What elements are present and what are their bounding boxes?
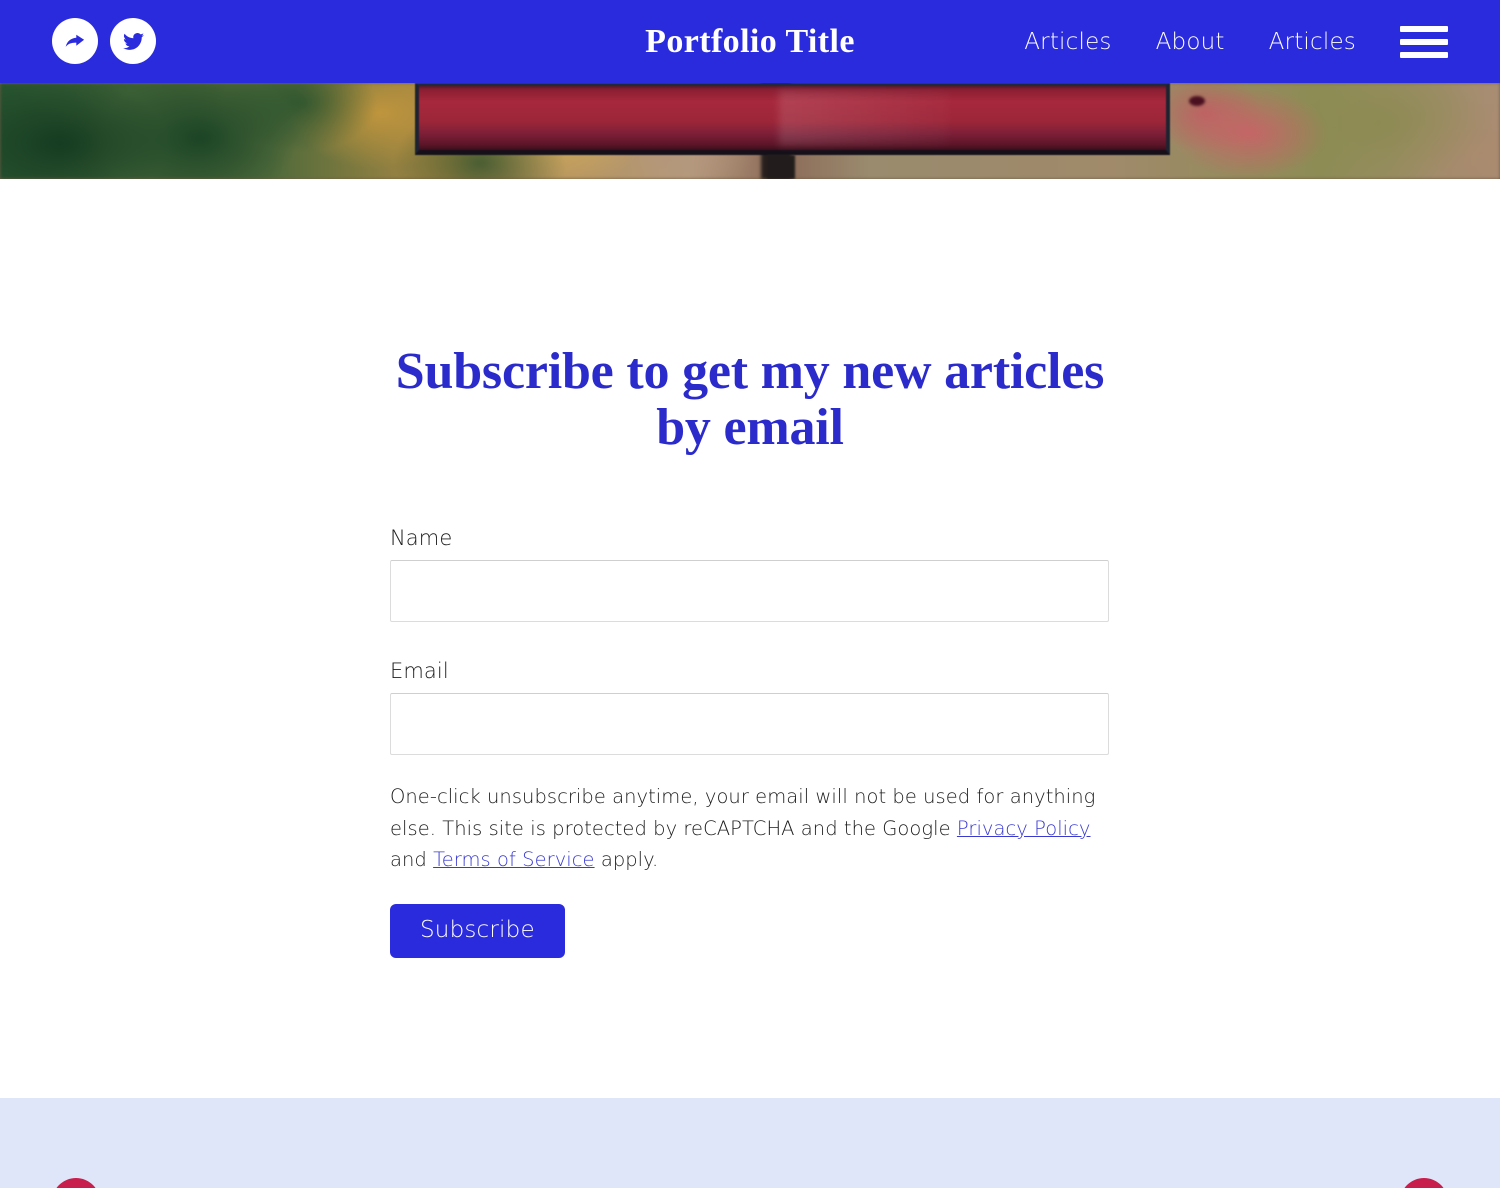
footer-decoration-dot-left [52,1178,100,1188]
name-field-label: Name [390,526,453,550]
nav-item-articles-1[interactable]: Articles [1002,29,1133,55]
name-field-group: Name [390,526,1110,622]
hero-mailbox-knob [1189,96,1205,106]
hero-mailbox [415,83,1205,155]
main-content: Subscribe to get my new articles by emai… [0,179,1500,1098]
nav-item-articles-2[interactable]: Articles [1247,29,1378,55]
subscribe-form: Subscribe to get my new articles by emai… [390,179,1110,958]
subscribe-heading: Subscribe to get my new articles by emai… [395,343,1105,456]
privacy-disclaimer: One-click unsubscribe anytime, your emai… [390,781,1100,876]
disclaimer-text-part-2: and [390,848,434,871]
disclaimer-text-part-3: apply. [594,848,659,871]
privacy-policy-link[interactable]: Privacy Policy [957,817,1091,840]
hero-mailbox-post [767,155,795,179]
email-field-group: Email [390,659,1110,755]
name-input[interactable] [390,560,1109,622]
email-field-label: Email [390,659,449,683]
hamburger-bar [1400,38,1448,45]
subscribe-button[interactable]: Subscribe [390,903,565,958]
main-navigation: Articles About Articles [1002,0,1448,83]
site-header: Portfolio Title Articles About Articles [0,0,1500,83]
site-footer [0,1098,1500,1188]
page-root: Portfolio Title Articles About Articles … [0,0,1500,1188]
nav-item-about[interactable]: About [1134,29,1247,55]
terms-of-service-link[interactable]: Terms of Service [433,848,594,871]
hamburger-bar [1400,25,1448,32]
hamburger-bar [1400,51,1448,58]
hero-image [0,83,1500,179]
email-input[interactable] [390,693,1109,755]
hamburger-menu-icon[interactable] [1400,22,1448,62]
footer-decoration-dot-right [1400,1178,1448,1188]
